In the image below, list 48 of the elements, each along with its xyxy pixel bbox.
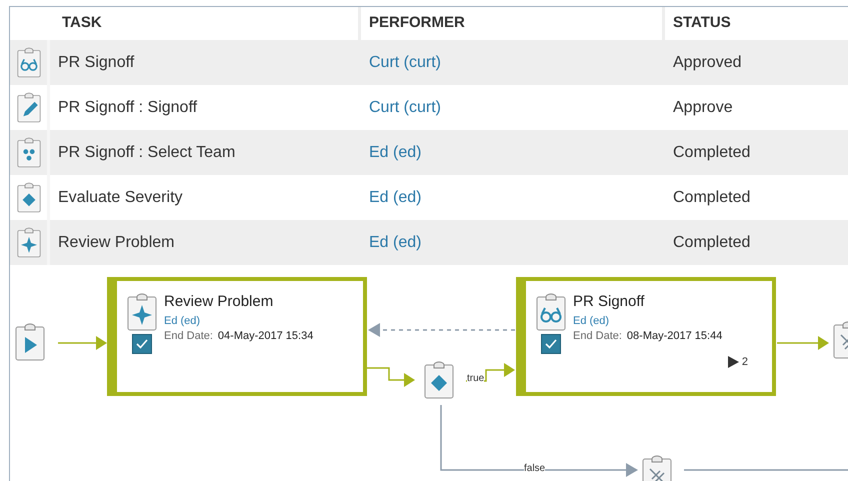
performer-link[interactable]: Ed (ed) [369, 140, 422, 164]
end-date: 08-May-2017 15:44 [626, 329, 722, 343]
connector-arrow [367, 367, 415, 387]
performer-link[interactable]: Curt (curt) [369, 50, 441, 74]
column-header[interactable]: PERFORMER [369, 12, 465, 35]
checkbox[interactable] [132, 334, 152, 354]
task-icon [16, 227, 40, 258]
play-icon[interactable] [728, 356, 739, 368]
node-performer[interactable]: Ed (ed) [164, 313, 314, 329]
end-date: 04-May-2017 15:34 [218, 329, 314, 343]
connector-arrow [58, 336, 107, 350]
end-date-label: End Date: [164, 329, 213, 343]
node-performer[interactable]: Ed (ed) [573, 313, 722, 329]
checkbox[interactable] [541, 334, 561, 354]
start-node-icon [15, 323, 45, 361]
task-name[interactable]: PR Signoff : Signoff [58, 96, 198, 120]
performer-link[interactable]: Curt (curt) [369, 96, 441, 120]
edge-label: true [467, 373, 484, 385]
performer-link[interactable]: Ed (ed) [369, 230, 422, 254]
status-text: Approve [673, 98, 733, 118]
task-icon [16, 92, 40, 123]
connector-arrow [466, 363, 515, 382]
node-title: PR Signoff [573, 293, 646, 311]
condition-node-icon [424, 361, 454, 399]
task-name[interactable]: PR Signoff [58, 50, 134, 74]
task-icon [127, 293, 157, 331]
column-header[interactable]: STATUS [673, 12, 731, 35]
task-node[interactable]: PR Signoff Ed (ed) End Date: 08-May-2017 15:44 2 [516, 277, 776, 396]
task-icon [16, 137, 40, 168]
task-node[interactable]: Review Problem Ed (ed) End Date: 04-May-2017 15:34 [107, 277, 367, 396]
column-header[interactable]: TASK [62, 12, 102, 35]
check-icon [136, 339, 148, 349]
task-icon [536, 293, 566, 331]
count-label: 2 [742, 354, 748, 370]
performer-link[interactable]: Ed (ed) [369, 186, 422, 210]
status-text: Approved [673, 52, 742, 72]
status-text: Completed [673, 232, 750, 252]
task-icon [16, 47, 40, 78]
connector-arrow [777, 336, 829, 350]
status-text: Completed [673, 142, 750, 162]
task-name[interactable]: Evaluate Severity [58, 186, 183, 210]
node-title: Review Problem [164, 293, 274, 311]
end-date-label: End Date: [573, 329, 622, 343]
status-text: Completed [673, 188, 750, 208]
task-name[interactable]: PR Signoff : Select Team [58, 140, 236, 164]
task-name[interactable]: Review Problem [58, 230, 174, 254]
check-icon [545, 339, 557, 349]
task-icon [16, 182, 40, 213]
